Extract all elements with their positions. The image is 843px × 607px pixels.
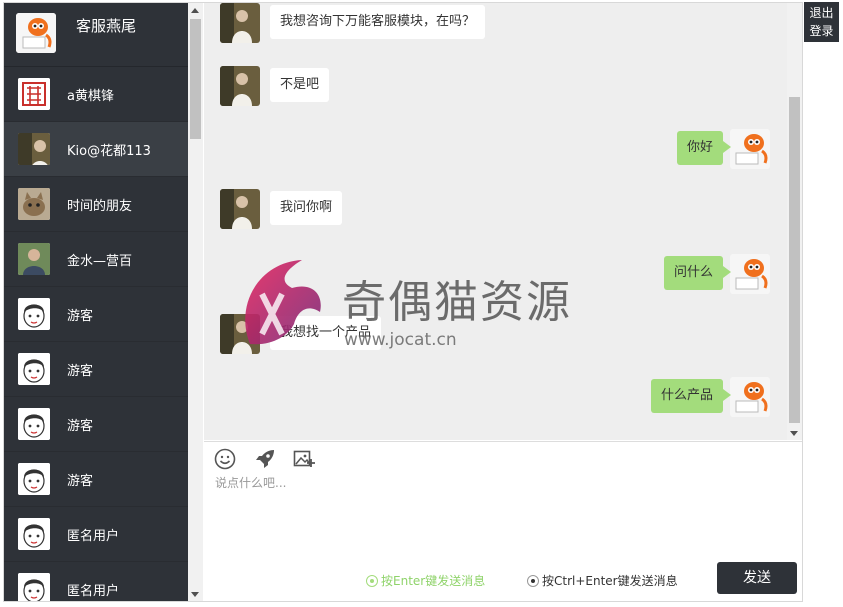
send-on-ctrl-enter-option[interactable]: 按Ctrl+Enter键发送消息: [527, 572, 678, 589]
message-bubble: 我问你啊: [270, 191, 343, 225]
send-button[interactable]: 发送: [717, 562, 797, 594]
visitor-avatar-icon: [220, 3, 260, 43]
chat-scrollbar[interactable]: [787, 3, 802, 440]
cartoon-boy-avatar-icon: [18, 298, 50, 330]
contact-name: 游客: [67, 474, 94, 489]
contact-item[interactable]: 匿名用户: [4, 562, 188, 601]
contact-name: 游客: [67, 419, 94, 434]
agent-mascot-avatar-icon: [730, 129, 770, 169]
agent-name: 客服燕尾: [76, 17, 137, 35]
message-bubble: 不是吧: [270, 68, 330, 102]
scroll-down-icon[interactable]: [790, 431, 798, 436]
image-upload-icon[interactable]: [293, 448, 317, 472]
contact-name: 匿名用户: [67, 584, 120, 599]
sidebar-scroll-thumb[interactable]: [190, 19, 201, 139]
visitor-avatar-icon: [220, 189, 260, 229]
message-bubble: 我想找一个产品: [270, 316, 382, 350]
composer: 说点什么吧... 按Enter键发送消息 按Ctrl+Enter键发送消息 发送: [204, 441, 802, 601]
send-on-enter-option[interactable]: 按Enter键发送消息: [366, 572, 485, 589]
contact-name: 游客: [67, 364, 94, 379]
message-input[interactable]: 说点什么吧...: [215, 474, 286, 491]
contact-name: 金水—营百: [67, 254, 133, 269]
contact-name: 匿名用户: [67, 529, 120, 544]
emoji-icon[interactable]: [214, 448, 238, 472]
stamp-avatar-icon: [18, 78, 50, 110]
scroll-up-icon[interactable]: [191, 8, 199, 13]
visitor-avatar-icon: [220, 66, 260, 106]
sidebar-scrollbar[interactable]: [188, 3, 203, 601]
cartoon-boy-avatar-icon: [18, 408, 50, 440]
chat-message: 我想找一个产品: [204, 314, 789, 364]
option-ctrl-label: 按Ctrl+Enter键发送消息: [542, 574, 678, 588]
contact-item[interactable]: 游客: [4, 397, 188, 452]
contact-item[interactable]: 游客: [4, 342, 188, 397]
cartoon-boy-avatar-icon: [18, 518, 50, 550]
contact-item[interactable]: a黄棋锋: [4, 67, 188, 122]
contact-sidebar: 客服燕尾 a黄棋锋 Kio@花都113 时间的朋友 金水—营百 游客 游客 游客 游客 匿名用户…: [4, 3, 188, 601]
contact-item[interactable]: 匿名用户: [4, 507, 188, 562]
current-agent: 客服燕尾: [4, 3, 188, 67]
rocket-icon[interactable]: [254, 448, 278, 472]
contact-name: a黄棋锋: [67, 89, 114, 104]
contact-name: 时间的朋友: [67, 199, 133, 214]
chat-scroll-thumb[interactable]: [789, 97, 800, 423]
agent-mascot-avatar-icon: [16, 13, 56, 53]
message-bubble: 我想咨询下万能客服模块，在吗？: [270, 5, 486, 39]
logout-label-line2: 登录: [809, 24, 834, 38]
message-bubble: 什么产品: [650, 379, 732, 413]
contact-item[interactable]: 时间的朋友: [4, 177, 188, 232]
person-photo-avatar-icon: [18, 133, 50, 165]
radio-icon[interactable]: [366, 575, 378, 587]
cat-photo-avatar-icon: [18, 188, 50, 220]
agent-mascot-avatar-icon: [730, 254, 770, 294]
agent-mascot-avatar-icon: [730, 377, 770, 417]
radio-icon[interactable]: [527, 575, 539, 587]
chat-message: 你好: [204, 125, 789, 175]
message-area: 我想咨询下万能客服模块，在吗？ 不是吧你好我问你啊问什么我想找一个产品什么产品: [204, 3, 789, 440]
logout-label-line1: 退出: [809, 6, 834, 20]
cartoon-boy-avatar-icon: [18, 463, 50, 495]
man-photo-avatar-icon: [18, 243, 50, 275]
contact-item[interactable]: 金水—营百: [4, 232, 188, 287]
logout-button[interactable]: 退出 登录: [804, 2, 839, 42]
scroll-down-icon[interactable]: [191, 592, 199, 597]
contact-item[interactable]: 游客: [4, 287, 188, 342]
contact-name: 游客: [67, 309, 94, 324]
message-bubble: 你好: [676, 131, 732, 165]
cartoon-boy-avatar-icon: [18, 353, 50, 385]
chat-message: 不是吧: [204, 66, 789, 116]
chat-message: 问什么: [204, 250, 789, 300]
chat-window: 客服燕尾 a黄棋锋 Kio@花都113 时间的朋友 金水—营百 游客 游客 游客 游客 匿名用户…: [3, 2, 803, 602]
cartoon-boy-avatar-icon: [18, 573, 50, 601]
contact-item[interactable]: Kio@花都113: [4, 122, 188, 177]
contact-item[interactable]: 游客: [4, 452, 188, 507]
chat-message: 我问你啊: [204, 189, 789, 239]
option-enter-label: 按Enter键发送消息: [381, 574, 486, 588]
visitor-avatar-icon: [220, 314, 260, 354]
chat-message: 我想咨询下万能客服模块，在吗？: [204, 3, 789, 53]
message-bubble: 问什么: [663, 256, 732, 290]
chat-message: 什么产品: [204, 373, 789, 423]
contact-name: Kio@花都113: [67, 144, 151, 159]
